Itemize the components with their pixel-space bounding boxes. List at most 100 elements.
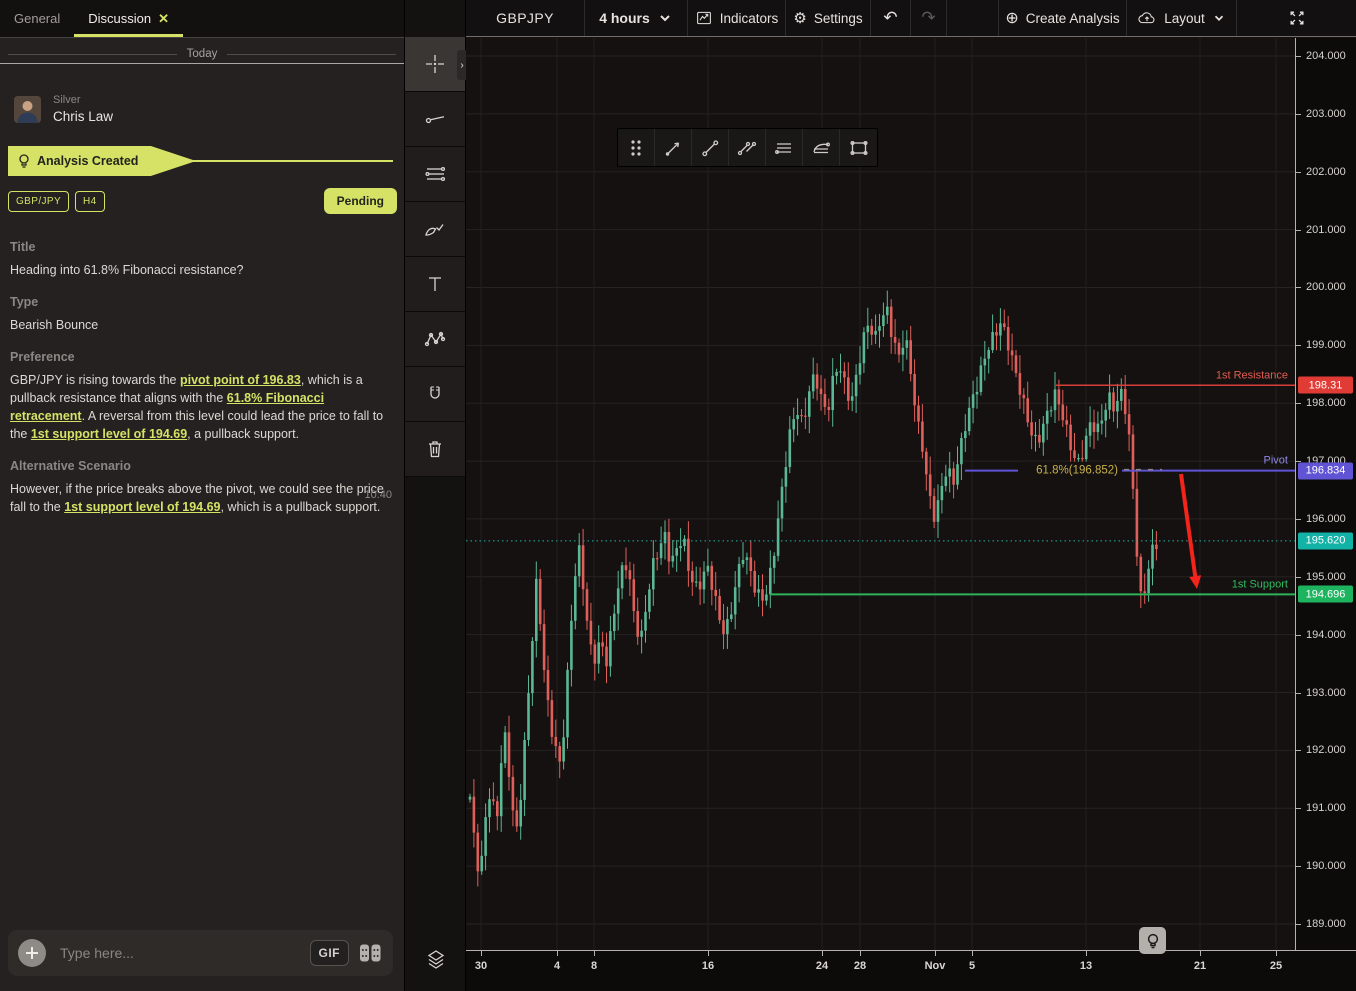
section-body: Bearish Bounce bbox=[10, 316, 395, 334]
price-tick bbox=[1296, 56, 1301, 57]
drawing-toolbar: › bbox=[405, 0, 466, 991]
gridlines bbox=[466, 38, 1295, 950]
drag-handle[interactable] bbox=[618, 129, 655, 166]
avatar-image bbox=[14, 96, 41, 123]
inline-link[interactable]: pivot point of 196.83 bbox=[180, 373, 301, 387]
time-tick-label: 24 bbox=[816, 960, 828, 972]
date-divider-label: Today bbox=[187, 48, 218, 60]
divider-line bbox=[227, 54, 396, 55]
tool-trend-line[interactable] bbox=[405, 92, 465, 147]
price-tick-label: 193.000 bbox=[1306, 687, 1346, 699]
price-tick-label: 195.000 bbox=[1306, 571, 1346, 583]
analysis-section: PreferenceGBP/JPY is rising towards the … bbox=[10, 350, 395, 443]
time-tick bbox=[972, 951, 973, 956]
floating-draw-toolbar bbox=[617, 128, 878, 167]
message-author-row: Silver Chris Law bbox=[14, 94, 113, 124]
draw-parallel-channel-tool[interactable] bbox=[729, 129, 766, 166]
level-label: Pivot bbox=[1264, 455, 1288, 467]
close-icon[interactable]: ✕ bbox=[158, 11, 169, 27]
analysis-section: Alternative ScenarioHowever, if the pric… bbox=[10, 459, 395, 516]
time-tick bbox=[860, 951, 861, 956]
message-composer[interactable]: GIF bbox=[8, 930, 393, 976]
chart-topbar: GBPJPY 4 hours Indicators ⚙ Settings ↶ ↷… bbox=[466, 0, 1356, 37]
tool-crosshair[interactable] bbox=[405, 37, 465, 92]
sticker-icon[interactable] bbox=[358, 942, 383, 964]
undo-button[interactable]: ↶ bbox=[871, 0, 911, 36]
avatar[interactable] bbox=[14, 96, 41, 123]
text-segment: Bearish Bounce bbox=[10, 318, 98, 332]
price-level-badge: 194.696 bbox=[1298, 586, 1353, 603]
symbol-button[interactable]: GBPJPY bbox=[466, 0, 585, 36]
price-tick bbox=[1296, 577, 1301, 578]
time-tick-label: 13 bbox=[1080, 960, 1092, 972]
tool-object-tree[interactable] bbox=[405, 935, 466, 985]
price-tick-label: 199.000 bbox=[1306, 339, 1346, 351]
tool-brush[interactable] bbox=[405, 202, 465, 257]
tool-magnet[interactable] bbox=[405, 367, 465, 422]
tool-text[interactable] bbox=[405, 257, 465, 312]
price-tick-label: 192.000 bbox=[1306, 744, 1346, 756]
time-tick bbox=[594, 951, 595, 956]
time-tick-label: 25 bbox=[1270, 960, 1282, 972]
tool-delete[interactable] bbox=[405, 422, 465, 477]
settings-button[interactable]: ⚙ Settings bbox=[786, 0, 871, 36]
time-tick bbox=[557, 951, 558, 956]
magnet-icon bbox=[423, 382, 447, 406]
pattern-icon bbox=[422, 327, 448, 351]
tab-general[interactable]: General bbox=[0, 0, 74, 37]
draw-trend-line-tool[interactable] bbox=[692, 129, 729, 166]
draw-fib-retracement-tool[interactable] bbox=[766, 129, 803, 166]
section-label: Type bbox=[10, 295, 395, 309]
price-tick bbox=[1296, 866, 1301, 867]
create-analysis-label: Create Analysis bbox=[1026, 11, 1120, 26]
inline-link[interactable]: 1st support level of 194.69 bbox=[31, 427, 187, 441]
tool-xabcd-pattern[interactable] bbox=[405, 312, 465, 367]
chevron-down-icon bbox=[1212, 11, 1226, 25]
author-tier: Silver bbox=[53, 94, 113, 106]
create-analysis-button[interactable]: ⊕ Create Analysis bbox=[999, 0, 1127, 36]
price-tick bbox=[1296, 519, 1301, 520]
inline-link[interactable]: 1st support level of 194.69 bbox=[64, 500, 220, 514]
tab-discussion-label: Discussion bbox=[88, 11, 151, 26]
price-tick-label: 202.000 bbox=[1306, 166, 1346, 178]
draw-arrow-tool[interactable] bbox=[655, 129, 692, 166]
indicators-button[interactable]: Indicators bbox=[688, 0, 786, 36]
interval-label: 4 hours bbox=[599, 10, 650, 26]
fullscreen-button[interactable] bbox=[1237, 0, 1356, 36]
tool-fib-retracement[interactable] bbox=[405, 147, 465, 202]
chart-canvas[interactable]: 1st ResistancePivot1st Support61.8%(196.… bbox=[466, 38, 1295, 950]
interval-dropdown[interactable]: 4 hours bbox=[585, 0, 688, 36]
layout-dropdown[interactable]: Layout bbox=[1127, 0, 1237, 36]
time-tick bbox=[1276, 951, 1277, 956]
time-tick bbox=[1200, 951, 1201, 956]
time-tick bbox=[1086, 951, 1087, 956]
price-tick-label: 189.000 bbox=[1306, 918, 1346, 930]
price-tick bbox=[1296, 287, 1301, 288]
time-tick bbox=[708, 951, 709, 956]
time-axis[interactable]: 3048162428Nov5132125 bbox=[466, 950, 1356, 991]
price-tick-label: 198.000 bbox=[1306, 397, 1346, 409]
gif-button[interactable]: GIF bbox=[310, 940, 350, 966]
draw-fib-channel-tool[interactable] bbox=[803, 129, 840, 166]
analysis-sections: TitleHeading into 61.8% Fibonacci resist… bbox=[10, 224, 395, 516]
time-tick-label: 21 bbox=[1194, 960, 1206, 972]
price-axis[interactable]: 204.000203.000202.000201.000200.000199.0… bbox=[1295, 38, 1356, 950]
idea-lightbulb-button[interactable] bbox=[1139, 927, 1166, 954]
price-tick-label: 201.000 bbox=[1306, 224, 1346, 236]
price-tick bbox=[1296, 403, 1301, 404]
symbol-label: GBPJPY bbox=[496, 10, 554, 26]
redo-button[interactable]: ↷ bbox=[911, 0, 947, 36]
plus-circle-icon: ⊕ bbox=[1005, 8, 1018, 28]
time-tick-label: 16 bbox=[702, 960, 714, 972]
time-tick bbox=[822, 951, 823, 956]
time-tick-label: 28 bbox=[854, 960, 866, 972]
status-badge: Pending bbox=[324, 188, 397, 214]
crosshair-icon bbox=[423, 52, 447, 76]
time-tick-label: 4 bbox=[554, 960, 560, 972]
tab-discussion[interactable]: Discussion ✕ bbox=[74, 0, 183, 37]
projection-arrow[interactable] bbox=[1181, 474, 1196, 579]
attach-button[interactable] bbox=[18, 939, 46, 967]
draw-rectangle-tool[interactable] bbox=[840, 129, 877, 166]
message-input[interactable] bbox=[60, 945, 310, 961]
fib-level-label: 61.8%(196.852) bbox=[1036, 465, 1118, 477]
